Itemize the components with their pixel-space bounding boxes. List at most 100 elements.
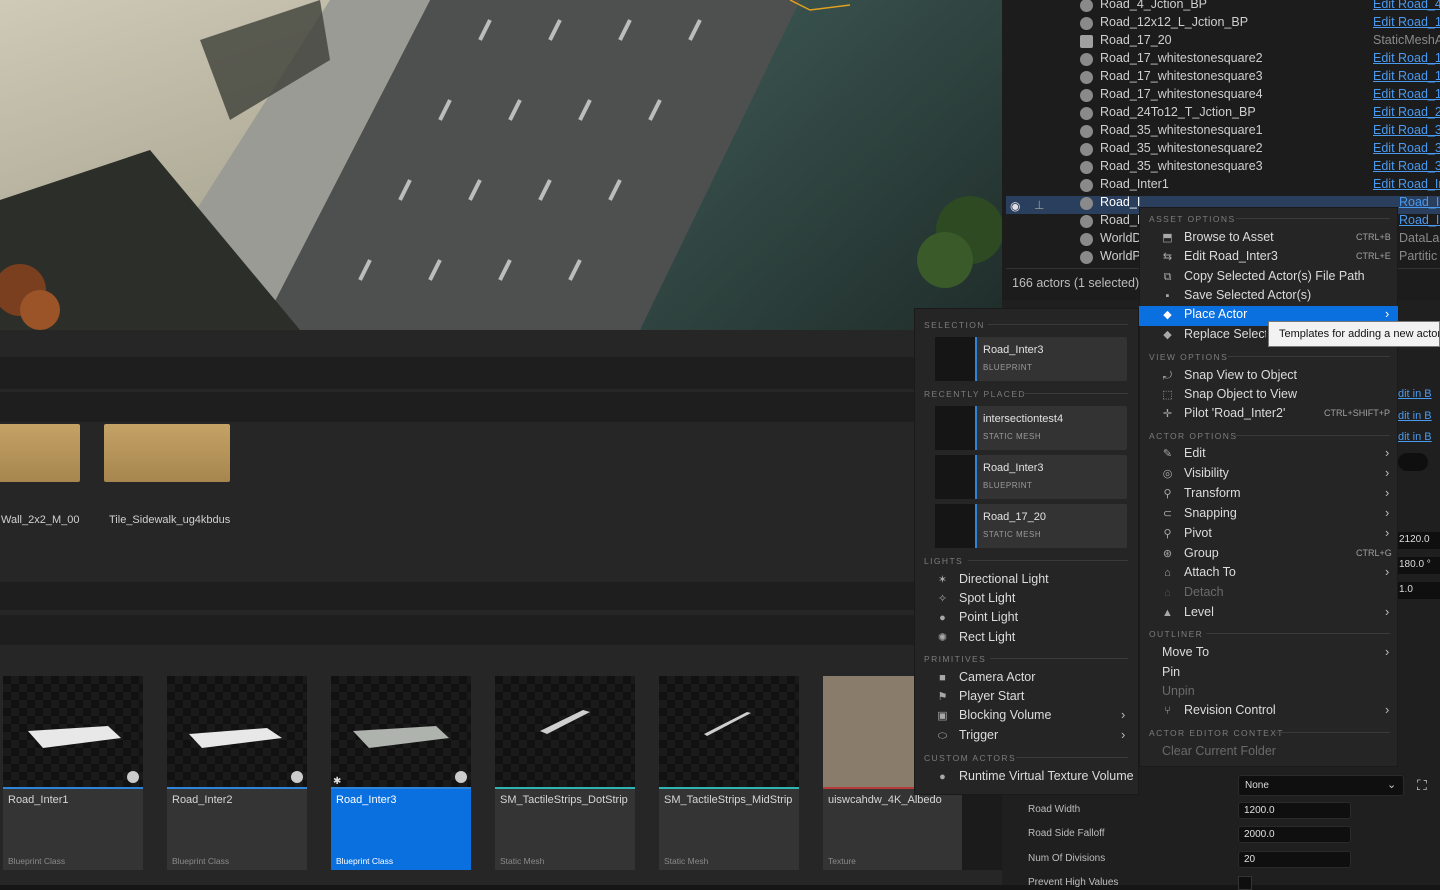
tooltip: Templates for adding a new actor to the … <box>1268 321 1440 347</box>
static-mesh-thumbnail <box>935 504 977 548</box>
content-browser-filter-bar <box>0 615 1002 645</box>
chevron-right-icon: › <box>1385 604 1390 619</box>
menu-item-player-start[interactable]: ⚑ Player Start <box>936 688 1131 707</box>
value-field[interactable]: 2120.0 <box>1398 532 1440 549</box>
edit-link[interactable]: dit in B <box>1398 410 1432 422</box>
property-label: Road Side Falloff <box>1028 828 1105 839</box>
outliner-row[interactable]: Road_35_whitestonesquare2Edit Road_35 <box>1006 140 1440 158</box>
menu-item-point-light[interactable]: ● Point Light <box>936 609 1131 628</box>
menu-item-rect-light[interactable]: ✺ Rect Light <box>936 629 1131 648</box>
menu-item-move-to[interactable]: Move To › <box>1139 644 1393 663</box>
property-value[interactable]: 20 <box>1238 851 1351 868</box>
material-thumbnail[interactable] <box>0 424 80 482</box>
blueprint-icon <box>1080 107 1093 120</box>
level-viewport[interactable] <box>0 0 1002 330</box>
pivot-icon: ⚲ <box>1163 528 1172 540</box>
save-icon: ▪ <box>1165 290 1170 302</box>
chevron-right-icon: › <box>1121 727 1126 742</box>
static-mesh-icon <box>1080 35 1093 48</box>
chevron-right-icon: › <box>1385 306 1390 321</box>
asset-tile[interactable]: Road_Inter1 Blueprint Class <box>3 676 143 870</box>
section-header: VIEW OPTIONS <box>1149 352 1229 362</box>
asset-tile[interactable]: SM_TactileStrips_DotStrip Static Mesh <box>495 676 635 870</box>
outliner-row[interactable]: Road_24To12_T_Jction_BPEdit Road_24 <box>1006 104 1440 122</box>
edit-link[interactable]: dit in B <box>1398 431 1432 443</box>
asset-thumbnail <box>495 676 635 787</box>
menu-item-pivot[interactable]: ⚲ Pivot › <box>1161 525 1393 544</box>
point-light-icon: ● <box>939 612 946 624</box>
menu-item-directional-light[interactable]: ✶ Directional Light <box>936 571 1131 590</box>
asset-tile[interactable]: SM_TactileStrips_MidStrip Static Mesh <box>659 676 799 870</box>
outliner-row[interactable]: Road_12x12_L_Jction_BPEdit Road_12 <box>1006 14 1440 32</box>
blueprint-icon <box>1080 143 1093 156</box>
outliner-row[interactable]: Road_Inter1 Edit Road_In <box>1006 176 1440 194</box>
blueprint-icon <box>1080 197 1093 210</box>
outliner-row[interactable]: Road_4_Jction_BP Edit Road_4 <box>1006 0 1440 14</box>
menu-item-level[interactable]: ▲ Level › <box>1161 604 1393 623</box>
road-plate-icon: ✱ <box>333 726 467 787</box>
outliner-row[interactable]: Road_17_whitestonesquare2Edit Road_17 <box>1006 50 1440 68</box>
value-field[interactable]: 1.0 <box>1398 582 1440 599</box>
menu-item-save-actors[interactable]: ▪ Save Selected Actor(s) <box>1161 287 1393 306</box>
checkbox[interactable] <box>1238 876 1252 890</box>
pencil-icon: ✎ <box>1162 448 1173 460</box>
actor-count: 166 actors (1 selected) <box>1012 276 1140 290</box>
section-header: CUSTOM ACTORS <box>924 753 1017 763</box>
snap-object-icon: ⬚ <box>1162 389 1173 401</box>
menu-item-snap-view-to-object[interactable]: ⤾ Snap View to Object <box>1161 367 1393 386</box>
menu-item-visibility[interactable]: ◎ Visibility › <box>1161 465 1393 484</box>
asset-thumbnail <box>167 676 307 787</box>
menu-item-spot-light[interactable]: ✧ Spot Light <box>936 590 1131 609</box>
selection-item[interactable]: Road_Inter3 BLUEPRINT <box>935 337 1127 381</box>
menu-item-attach-to[interactable]: ⌂ Attach To › <box>1161 564 1393 583</box>
toggle-switch[interactable] <box>1398 453 1428 471</box>
outliner-row[interactable]: Road_17_whitestonesquare4Edit Road_17 <box>1006 86 1440 104</box>
value-field[interactable]: 180.0 ° <box>1398 557 1440 574</box>
menu-item-revision-control[interactable]: ⑂ Revision Control › <box>1161 702 1393 721</box>
menu-item-detach: ⌂ Detach <box>1161 584 1393 603</box>
blueprint-icon <box>1080 71 1093 84</box>
outliner-row[interactable]: Road_35_whitestonesquare1Edit Road_35 <box>1006 122 1440 140</box>
menu-item-snapping[interactable]: ⊂ Snapping › <box>1161 505 1393 524</box>
menu-item-trigger[interactable]: ⬭ Trigger › <box>936 727 1131 746</box>
menu-item-pin[interactable]: Pin <box>1139 664 1393 683</box>
outliner-row[interactable]: Road_17_20 StaticMeshA <box>1006 32 1440 50</box>
group-icon: ⊛ <box>1162 548 1173 560</box>
property-value[interactable]: 1200.0 <box>1238 802 1351 819</box>
menu-item-group[interactable]: ⊛ Group CTRL+G <box>1161 545 1393 564</box>
chevron-down-icon: ⌄ <box>1387 779 1397 791</box>
asset-label[interactable]: Tile_Sidewalk_ug4kbdus <box>109 514 230 526</box>
blueprint-icon <box>1080 89 1093 102</box>
menu-item-blocking-volume[interactable]: ▣ Blocking Volume › <box>936 707 1131 726</box>
material-thumbnail[interactable] <box>104 424 230 482</box>
menu-item-browse-to-asset[interactable]: ⬒ Browse to Asset CTRL+B <box>1161 229 1393 248</box>
asset-tile[interactable]: Road_Inter2 Blueprint Class <box>167 676 307 870</box>
recent-item[interactable]: Road_Inter3 BLUEPRINT <box>935 455 1127 499</box>
asset-label[interactable]: Wall_2x2_M_00 <box>1 514 79 526</box>
property-value[interactable]: 2000.0 <box>1238 826 1351 843</box>
recent-item[interactable]: Road_17_20 STATIC MESH <box>935 504 1127 548</box>
menu-item-replace-actors[interactable]: ◆Replace Selected Actors with <box>1161 326 1266 345</box>
dropdown[interactable]: None ⌄ <box>1238 775 1404 796</box>
edit-link[interactable]: dit in B <box>1398 388 1432 400</box>
outliner-row[interactable]: Road_35_whitestonesquare3Edit Road_35 <box>1006 158 1440 176</box>
asset-tile-selected[interactable]: ✱ Road_Inter3 Blueprint Class <box>331 676 471 870</box>
asset-thumbnail: ✱ <box>331 676 471 787</box>
menu-item-transform[interactable]: ⚲ Transform › <box>1161 485 1393 504</box>
attach-icon: ⌂ <box>1164 567 1171 579</box>
menu-item-runtime-virtual-texture-volume[interactable]: ● Runtime Virtual Texture Volume <box>936 768 1133 787</box>
browse-icon[interactable]: ⛶ <box>1417 777 1427 794</box>
asset-thumbnail <box>3 676 143 787</box>
menu-item-camera-actor[interactable]: ■ Camera Actor <box>936 669 1131 688</box>
menu-item-edit-asset[interactable]: ⇆ Edit Road_Inter3 CTRL+E <box>1161 248 1393 267</box>
recent-item[interactable]: intersectiontest4 STATIC MESH <box>935 406 1127 450</box>
chevron-right-icon: › <box>1121 707 1126 722</box>
transform-icon: ⚲ <box>1163 488 1172 500</box>
menu-item-pilot[interactable]: ✛ Pilot 'Road_Inter2' CTRL+SHIFT+P <box>1161 405 1393 424</box>
menu-item-edit[interactable]: ✎ Edit › <box>1161 445 1393 464</box>
outliner-row[interactable]: Road_17_whitestonesquare3Edit Road_17 <box>1006 68 1440 86</box>
menu-item-copy-file-path[interactable]: ⧉ Copy Selected Actor(s) File Path <box>1161 268 1393 287</box>
strip-mesh-icon <box>540 710 590 734</box>
blueprint-icon <box>1080 179 1093 192</box>
menu-item-snap-object-to-view[interactable]: ⬚ Snap Object to View <box>1161 386 1393 405</box>
